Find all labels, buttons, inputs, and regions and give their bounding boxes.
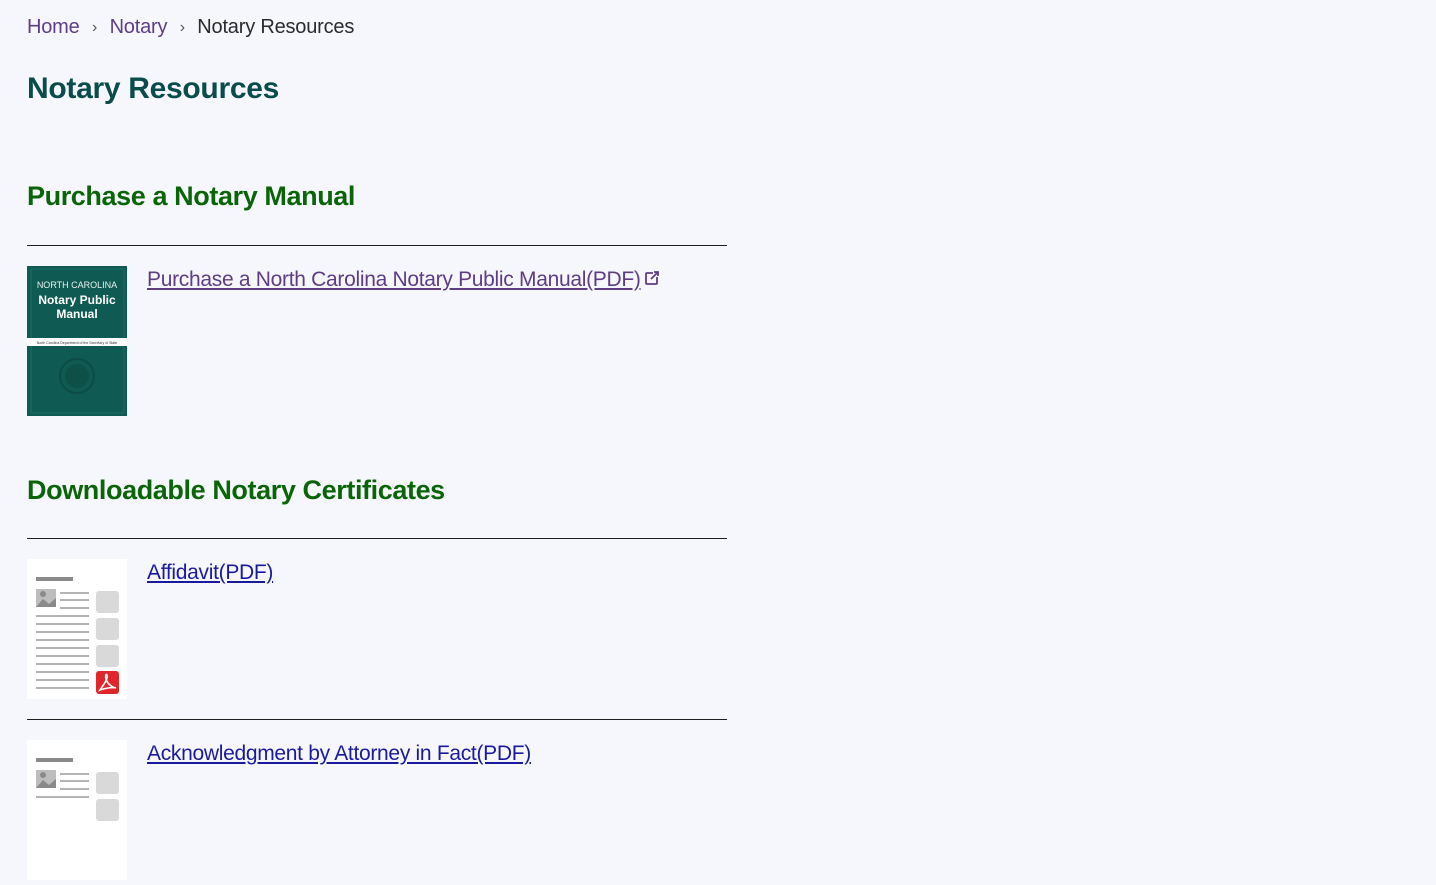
acknowledgment-attorney-pdf-link[interactable]: Acknowledgment by Attorney in Fact(PDF) bbox=[147, 740, 531, 768]
cover-line3: Manual bbox=[56, 307, 97, 321]
section-divider bbox=[27, 245, 727, 246]
pdf-document-icon[interactable] bbox=[27, 559, 127, 704]
affidavit-pdf-link[interactable]: Affidavit(PDF) bbox=[147, 559, 273, 587]
item-divider bbox=[27, 719, 727, 720]
purchase-manual-link-text: Purchase a North Carolina Notary Public … bbox=[147, 268, 641, 291]
chevron-right-icon: › bbox=[179, 18, 185, 36]
section-divider bbox=[27, 538, 727, 539]
chevron-right-icon: › bbox=[91, 18, 98, 36]
external-link-icon bbox=[644, 266, 660, 294]
breadcrumb: Home › Notary › Notary Resources bbox=[27, 16, 354, 39]
breadcrumb-current: Notary Resources bbox=[197, 16, 355, 38]
section-title-purchase-manual: Purchase a Notary Manual bbox=[27, 181, 356, 211]
cover-line2: Notary Public bbox=[38, 293, 116, 307]
breadcrumb-notary[interactable]: Notary bbox=[110, 16, 168, 39]
cover-line1: NORTH CAROLINA bbox=[37, 280, 117, 290]
section-title-certificates: Downloadable Notary Certificates bbox=[27, 475, 445, 505]
cover-footer: North Carolina Department of the Secreta… bbox=[37, 341, 118, 345]
manual-cover-thumbnail[interactable]: NORTH CAROLINA Notary Public Manual Nort… bbox=[27, 266, 127, 421]
breadcrumb-home[interactable]: Home bbox=[27, 16, 80, 39]
purchase-manual-link[interactable]: Purchase a North Carolina Notary Public … bbox=[147, 266, 660, 294]
pdf-document-icon[interactable] bbox=[27, 740, 127, 885]
page-title: Notary Resources bbox=[27, 72, 279, 105]
